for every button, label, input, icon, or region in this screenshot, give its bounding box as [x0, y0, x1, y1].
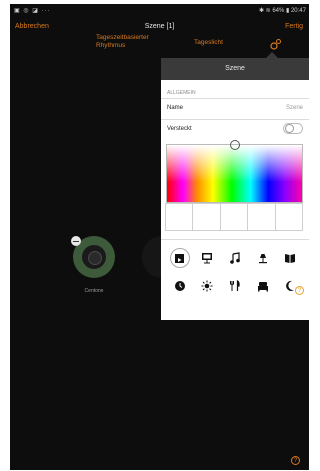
divider: [161, 98, 309, 99]
name-field[interactable]: Szene: [286, 105, 303, 111]
lamp-icon[interactable]: [249, 244, 277, 272]
divider: [161, 119, 309, 120]
name-label: Name: [167, 105, 184, 111]
status-icons-left: ▣ ◎ ◪ ···: [14, 8, 51, 14]
sofa-glyph: [257, 282, 268, 292]
book-icon[interactable]: [276, 244, 304, 272]
lamp-label: Centone: [84, 288, 104, 294]
hidden-toggle[interactable]: [283, 123, 303, 134]
scene-clapper-icon[interactable]: [166, 244, 194, 272]
lamp-tile-2[interactable]: [142, 236, 162, 278]
music-note-glyph: [230, 252, 240, 264]
popover-help-icon[interactable]: ?: [295, 286, 304, 295]
sun-icon[interactable]: [194, 272, 222, 300]
section-general-label: ALLGEMEIN: [167, 90, 196, 96]
status-bar: ▣ ◎ ◪ ··· ✱ ≋ 64% ▮ 20:47: [10, 4, 309, 18]
scene-icon-grid: [166, 244, 304, 300]
cutlery-glyph: [229, 280, 240, 291]
color-swatch[interactable]: [219, 203, 249, 231]
color-swatch-row: [165, 203, 304, 231]
sofa-icon[interactable]: [249, 272, 277, 300]
selected-ring: [169, 248, 190, 268]
lamp-bulb: [88, 251, 102, 265]
color-picker[interactable]: [166, 140, 303, 203]
popover-title: Szene: [161, 58, 309, 80]
page-title: Szene [1]: [144, 23, 175, 30]
divider: [161, 239, 309, 240]
hidden-label: Versteckt: [167, 126, 192, 132]
scene-clapper-glyph: [175, 253, 185, 263]
cancel-button[interactable]: Abbrechen: [15, 23, 49, 30]
tab-daylight[interactable]: Tageslicht: [194, 39, 223, 46]
app-screen: ▣ ◎ ◪ ··· ✱ ≋ 64% ▮ 20:47 Szene [1] Abbr…: [10, 4, 309, 470]
presentation-glyph: [202, 253, 213, 264]
settings-gear-icon[interactable]: [270, 38, 282, 50]
color-swatch[interactable]: [165, 203, 194, 231]
color-swatch[interactable]: [274, 203, 304, 231]
tab-daytime-rhythm[interactable]: Tageszeitbasierter Rhythmus: [96, 34, 166, 50]
remove-icon[interactable]: [71, 236, 81, 246]
done-button[interactable]: Fertig: [285, 23, 303, 30]
color-swatch[interactable]: [192, 203, 221, 231]
color-picker-handle[interactable]: [230, 140, 240, 150]
lamp-glyph: [258, 254, 267, 264]
book-glyph: [285, 254, 296, 263]
lamp-icon: [82, 245, 106, 269]
scene-popover: Szene ALLGEMEIN Name Szene Versteckt ?: [161, 58, 309, 320]
cutlery-icon[interactable]: [221, 272, 249, 300]
status-icons-right: ✱ ≋ 64% ▮ 20:47: [258, 8, 306, 14]
toggle-knob: [285, 124, 294, 133]
music-note-icon[interactable]: [221, 244, 249, 272]
color-swatch[interactable]: [247, 203, 276, 231]
help-icon[interactable]: ?: [291, 456, 300, 465]
clock-glyph: [174, 281, 185, 291]
sun-glyph: [201, 280, 213, 292]
presentation-icon[interactable]: [194, 244, 222, 272]
clock-icon[interactable]: [166, 272, 194, 300]
